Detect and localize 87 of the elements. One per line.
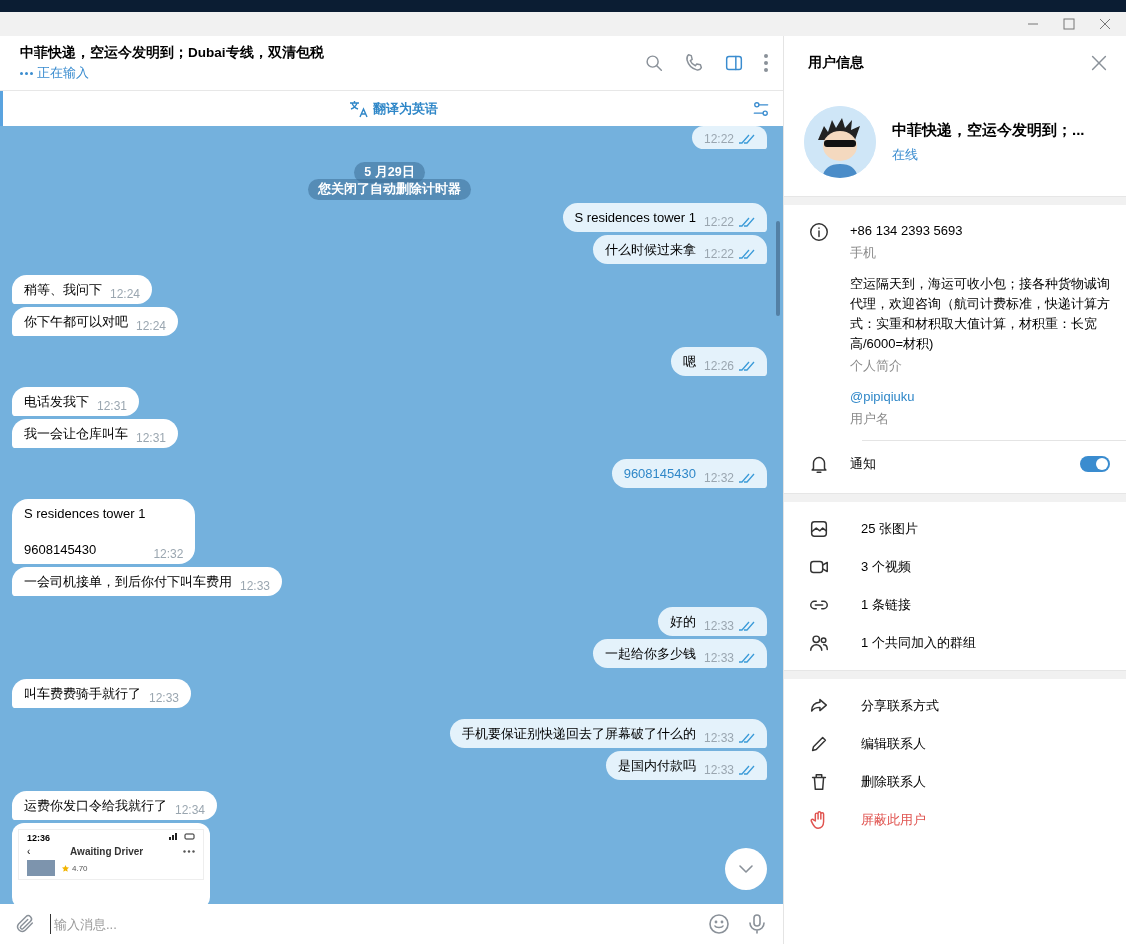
- message-text: 一会司机接单，到后你付下叫车费用: [24, 573, 232, 591]
- panel-title: 用户信息: [808, 54, 864, 72]
- online-status: 在线: [892, 145, 919, 164]
- message-time: 12:24: [110, 287, 141, 301]
- screenshot-message[interactable]: 12:36 ‹ Awaiting Driver 4.70: [12, 823, 210, 904]
- notifications-toggle[interactable]: [1080, 456, 1110, 472]
- message-time: 12:22: [703, 247, 734, 261]
- translate-icon: [348, 99, 369, 118]
- bio-text: 空运隔天到，海运可收小包；接各种货物诚询代理，欢迎咨询（航司计费标准，快递计算方式：实重和材积取大值计算，材积重：长宽高/6000=材积): [850, 275, 1110, 353]
- field-label: 个人简介: [850, 358, 903, 375]
- media-row[interactable]: 1 条链接: [784, 586, 1126, 624]
- media-row[interactable]: 1 个共同加入的群组: [784, 624, 1126, 662]
- action-row[interactable]: 屏蔽此用户: [784, 801, 1126, 839]
- attach-button[interactable]: [14, 913, 36, 935]
- profile-name: 中菲快递，空运今发明到；...: [892, 120, 1085, 140]
- star-icon: [62, 864, 69, 872]
- message-text: 叫车费费骑手就行了: [24, 685, 141, 703]
- phone-number: +86 134 2393 5693: [850, 222, 963, 240]
- paperclip-icon: [14, 913, 36, 935]
- search-button[interactable]: [643, 52, 665, 74]
- more-icon: [763, 53, 769, 73]
- driver-rating: 4.70: [72, 863, 88, 873]
- message-time: 12:31: [97, 399, 128, 413]
- sliders-icon: [751, 99, 771, 119]
- message-text: S residences tower 1 9608145430: [24, 505, 146, 559]
- cartoon-avatar: [804, 106, 876, 178]
- message-text: 9608145430: [623, 465, 696, 483]
- action-row[interactable]: 编辑联系人: [784, 725, 1126, 763]
- action-row[interactable]: 分享联系方式: [784, 687, 1126, 725]
- message-time: 12:34: [175, 803, 206, 817]
- message-time: 12:22: [703, 215, 734, 229]
- search-icon: [643, 52, 665, 74]
- picture-icon: [808, 518, 830, 540]
- message-time: 12:32: [153, 547, 184, 561]
- message-time: 12:24: [136, 319, 167, 333]
- smiley-icon: [707, 912, 731, 936]
- message-text: 我一会让仓库叫车: [24, 425, 128, 443]
- message-text: 好的: [669, 613, 696, 631]
- message-text: 你下午都可以对吧: [24, 313, 128, 331]
- info-icon: [808, 221, 830, 243]
- message-text: 嗯: [682, 353, 696, 371]
- message-text: 一起给你多少钱: [604, 645, 696, 663]
- service-message: 您关闭了自动删除计时器: [308, 179, 471, 200]
- message-time: 12:22: [703, 132, 734, 146]
- maximize-icon: [1063, 18, 1075, 30]
- people-icon: [808, 632, 830, 654]
- media-row[interactable]: 3 个视频: [784, 548, 1126, 586]
- message-text: 是国内付款吗: [617, 757, 696, 775]
- more-icon: [183, 850, 195, 853]
- back-chevron[interactable]: ‹: [27, 846, 31, 857]
- message-text: 手机要保证别快递回去了屏幕破了什么的: [461, 725, 696, 743]
- username-link[interactable]: @pipiqiuku: [850, 387, 915, 407]
- close-icon: [1099, 18, 1111, 30]
- message-time: 12:33: [149, 691, 180, 705]
- message-time: 12:33: [240, 579, 271, 593]
- message-time: 12:32: [703, 471, 734, 485]
- message-time: 12:33: [703, 619, 734, 633]
- call-button[interactable]: [683, 52, 705, 74]
- message-text: 什么时候过来拿: [604, 241, 696, 259]
- message-time: 12:31: [136, 431, 167, 445]
- screenshot-clock: 12:36: [27, 833, 51, 843]
- more-button[interactable]: [763, 53, 769, 73]
- action-row[interactable]: 删除联系人: [784, 763, 1126, 801]
- message-text: 稍等、我问下: [24, 281, 102, 299]
- emoji-button[interactable]: [707, 912, 731, 936]
- message-text: 电话发我下: [24, 393, 89, 411]
- media-row[interactable]: 25 张图片: [784, 510, 1126, 548]
- message-time: 12:33: [703, 651, 734, 665]
- message-time: 12:33: [703, 731, 734, 745]
- typing-dots-icon: [20, 72, 33, 75]
- typing-status: 正在输入: [37, 65, 89, 82]
- scrollbar[interactable]: [776, 221, 780, 316]
- photo-placeholder: [27, 860, 55, 876]
- notifications-label: 通知: [850, 455, 876, 473]
- phone-icon: [683, 52, 705, 74]
- message-text: S residences tower 1: [574, 209, 696, 227]
- scroll-down-button[interactable]: [725, 848, 767, 890]
- screenshot-title: Awaiting Driver: [70, 846, 144, 857]
- field-label: 用户名: [850, 411, 890, 428]
- status-icons: [169, 833, 195, 840]
- translate-button[interactable]: 翻译为英语: [342, 98, 444, 119]
- message-time: 12:26: [703, 359, 734, 373]
- translation-settings-button[interactable]: [751, 99, 771, 119]
- chat-title: 中菲快递，空运今发明到；Dubai专线，双清包税: [20, 44, 325, 62]
- message-text: 运费你发口令给我就行了: [24, 797, 167, 815]
- field-label: 手机: [850, 245, 877, 262]
- message-time: 12:33: [703, 763, 734, 777]
